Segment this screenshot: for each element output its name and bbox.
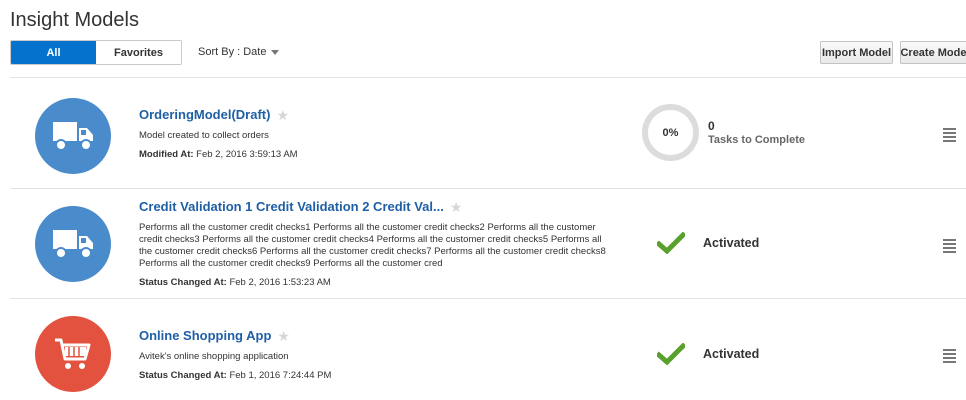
favorite-star-icon[interactable]: ★ — [276, 108, 289, 122]
progress-value: 0% — [662, 126, 679, 139]
hamburger-menu-icon[interactable] — [943, 349, 956, 363]
model-status-changed: Status Changed At: Feb 1, 2016 7:24:44 P… — [139, 370, 609, 381]
model-status-changed: Status Changed At: Feb 2, 2016 1:53:23 A… — [139, 277, 609, 288]
filter-toggle: All Favorites — [10, 40, 182, 65]
page-title: Insight Models — [10, 9, 139, 31]
favorite-star-icon[interactable]: ★ — [277, 329, 290, 343]
model-description: Avitek's online shopping application — [139, 351, 289, 362]
checkmark-icon — [657, 232, 685, 254]
model-title-link[interactable]: Credit Validation 1 Credit Validation 2 … — [139, 199, 444, 214]
model-title-link[interactable]: Online Shopping App — [139, 328, 271, 343]
filter-favorites-button[interactable]: Favorites — [96, 41, 181, 64]
meta-label: Status Changed At: — [139, 370, 227, 381]
model-row: Online Shopping App ★ Avitek's online sh… — [0, 299, 966, 400]
checkmark-icon — [657, 343, 685, 365]
meta-label: Modified At: — [139, 149, 194, 160]
filter-all-button[interactable]: All — [11, 41, 96, 64]
model-title-link[interactable]: OrderingModel(Draft) — [139, 107, 270, 122]
chevron-down-icon — [271, 50, 280, 55]
tasks-label: Tasks to Complete — [708, 134, 805, 146]
model-info: Online Shopping App ★ Avitek's online sh… — [139, 328, 609, 381]
shopping-cart-icon — [35, 316, 111, 392]
hamburger-menu-icon[interactable] — [943, 128, 956, 142]
truck-icon — [35, 206, 111, 282]
model-row: Credit Validation 1 Credit Validation 2 … — [0, 189, 966, 299]
model-description: Performs all the customer credit checks1… — [139, 222, 606, 269]
meta-value: Feb 2, 2016 1:53:23 AM — [229, 277, 331, 288]
truck-icon — [35, 98, 111, 174]
progress-ring: 0% — [642, 104, 699, 161]
status-text: Activated — [703, 236, 760, 250]
model-modified: Modified At: Feb 2, 2016 3:59:13 AM — [139, 149, 609, 160]
tasks-summary: 0 Tasks to Complete — [708, 119, 805, 146]
sort-label: Sort By : Date — [198, 46, 267, 58]
tasks-count: 0 — [708, 119, 715, 133]
favorite-star-icon[interactable]: ★ — [450, 200, 463, 214]
hamburger-menu-icon[interactable] — [943, 239, 956, 253]
model-row: OrderingModel(Draft) ★ Model created to … — [0, 78, 966, 188]
meta-label: Status Changed At: — [139, 277, 227, 288]
meta-value: Feb 2, 2016 3:59:13 AM — [196, 149, 298, 160]
meta-value: Feb 1, 2016 7:24:44 PM — [229, 370, 332, 381]
status-text: Activated — [703, 347, 760, 361]
model-description: Model created to collect orders — [139, 130, 269, 141]
create-model-button[interactable]: Create Model — [900, 41, 966, 64]
model-info: OrderingModel(Draft) ★ Model created to … — [139, 107, 609, 160]
sort-dropdown[interactable]: Sort By : Date — [198, 46, 280, 58]
model-info: Credit Validation 1 Credit Validation 2 … — [139, 199, 609, 288]
import-model-button[interactable]: Import Model — [820, 41, 893, 64]
